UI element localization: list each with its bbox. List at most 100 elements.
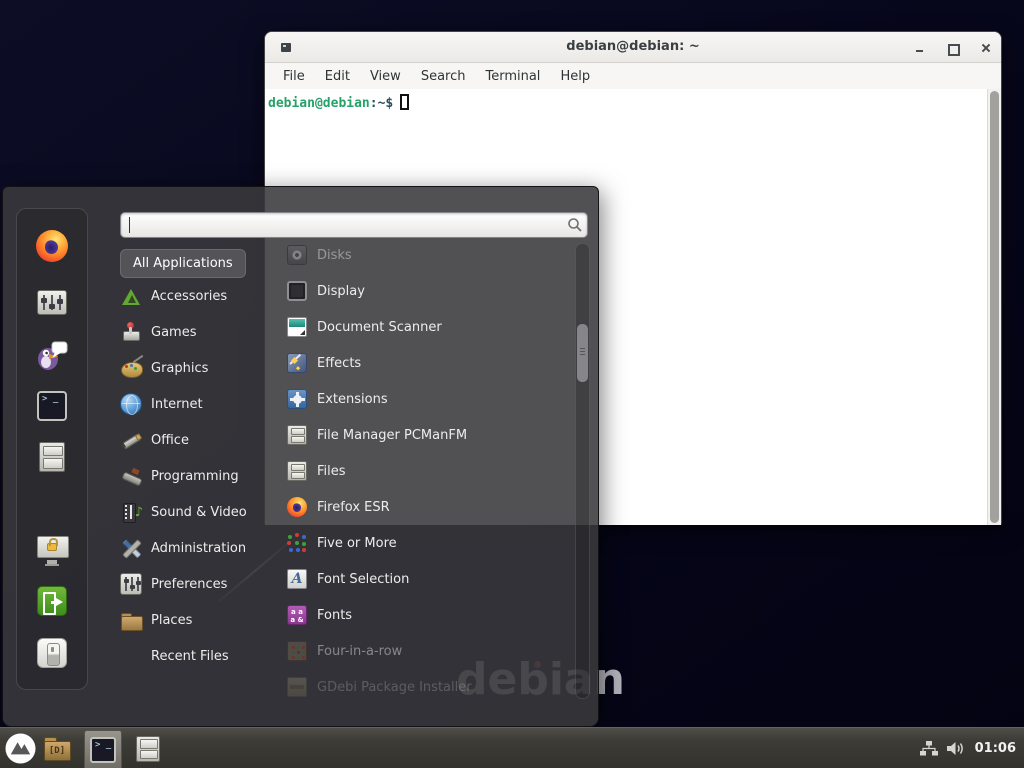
app-item-document-scanner[interactable]: Document Scanner [287, 310, 573, 344]
category-sound-video[interactable]: Sound & Video [120, 495, 282, 529]
app-item-display[interactable]: Display [287, 274, 573, 308]
terminal-titlebar[interactable]: debian@debian: ~ [265, 32, 1001, 63]
desktop: debian debian@debian: ~ File Edit View S… [0, 0, 1024, 768]
favorite-terminal[interactable] [33, 387, 71, 425]
app-item-extensions[interactable]: Extensions [287, 382, 573, 416]
category-recent-files[interactable]: Recent Files [120, 639, 282, 673]
preferences-sliders-icon [120, 573, 142, 595]
category-all-applications[interactable]: All Applications [120, 246, 282, 280]
app-item-firefox-esr[interactable]: Firefox ESR [287, 490, 573, 524]
menu-button[interactable] [5, 733, 36, 764]
category-office[interactable]: Office [120, 423, 282, 457]
app-list-scrollbar-thumb[interactable] [577, 324, 588, 382]
internet-globe-icon [120, 393, 142, 415]
shut-down-icon [37, 638, 67, 668]
app-label: Fonts [317, 608, 352, 623]
search-caret [129, 217, 130, 233]
category-internet[interactable]: Internet [120, 387, 282, 421]
category-label: Accessories [151, 289, 227, 304]
document-scanner-icon [287, 317, 307, 337]
category-programming[interactable]: Programming [120, 459, 282, 493]
firefox-icon [36, 230, 68, 262]
app-item-disks[interactable]: Disks [287, 238, 573, 272]
category-administration[interactable]: Administration [120, 531, 282, 565]
favorite-file-manager[interactable] [33, 438, 71, 476]
category-preferences[interactable]: Preferences [120, 567, 282, 601]
category-label: Office [151, 433, 189, 448]
favorite-firefox[interactable] [33, 227, 71, 265]
games-icon [120, 321, 142, 343]
favorite-sound-mixer[interactable] [33, 282, 71, 320]
search-input[interactable] [120, 212, 588, 238]
sound-mixer-icon [37, 290, 67, 315]
search-icon [567, 217, 583, 233]
category-label: Administration [151, 541, 246, 556]
menu-logo-icon [5, 733, 36, 764]
graphics-icon [120, 358, 142, 380]
menu-terminal[interactable]: Terminal [475, 65, 550, 88]
folder-icon [44, 741, 71, 761]
menu-search[interactable]: Search [411, 65, 476, 88]
start-menu: All Applications Accessories Games Graph… [2, 186, 599, 727]
app-item-gdebi-package-installer[interactable]: GDebi Package Installer [287, 670, 573, 704]
extensions-gear-icon [287, 389, 307, 409]
files-launcher[interactable] [134, 735, 162, 763]
terminal-cursor [400, 94, 409, 110]
app-label: Display [317, 284, 365, 299]
all-applications-button: All Applications [120, 249, 246, 278]
app-label: File Manager PCManFM [317, 428, 467, 443]
terminal-task-button[interactable] [84, 730, 122, 768]
firefox-icon [287, 497, 307, 517]
display-icon [287, 281, 307, 301]
volume-icon[interactable] [947, 741, 966, 756]
terminal-scrollbar[interactable] [987, 89, 1001, 525]
terminal-scrollbar-thumb[interactable] [990, 91, 999, 523]
app-label: Effects [317, 356, 361, 371]
app-item-four-in-a-row[interactable]: Four-in-a-row [287, 634, 573, 668]
category-label: Games [151, 325, 196, 340]
app-item-fonts[interactable]: Fonts [287, 598, 573, 632]
fonts-icon [287, 605, 307, 625]
category-label: Preferences [151, 577, 227, 592]
close-button[interactable] [980, 42, 993, 55]
lock-screen-button[interactable] [33, 531, 71, 569]
maximize-button[interactable] [946, 42, 959, 55]
menu-file[interactable]: File [273, 65, 315, 88]
app-item-font-selection[interactable]: Font Selection [287, 562, 573, 596]
category-label: Sound & Video [151, 505, 247, 520]
terminal-window-title: debian@debian: ~ [265, 39, 1001, 54]
app-item-effects[interactable]: Effects [287, 346, 573, 380]
network-icon[interactable] [920, 741, 938, 756]
menu-help[interactable]: Help [550, 65, 600, 88]
administration-tools-icon [120, 537, 142, 559]
app-item-file-manager-pcmanfm[interactable]: File Manager PCManFM [287, 418, 573, 452]
favorite-pidgin[interactable] [33, 336, 71, 374]
file-cabinet-icon [136, 736, 160, 762]
category-graphics[interactable]: Graphics [120, 351, 282, 385]
category-games[interactable]: Games [120, 315, 282, 349]
category-places[interactable]: Places [120, 603, 282, 637]
terminal-icon [90, 737, 116, 763]
app-label: Extensions [317, 392, 388, 407]
disks-icon [287, 245, 307, 265]
menu-edit[interactable]: Edit [315, 65, 360, 88]
places-folder-icon [120, 611, 142, 633]
menu-view[interactable]: View [360, 65, 411, 88]
app-label: Five or More [317, 536, 397, 551]
gdebi-icon [287, 677, 307, 697]
file-cabinet-icon [39, 442, 65, 472]
category-accessories[interactable]: Accessories [120, 279, 282, 313]
app-item-five-or-more[interactable]: Five or More [287, 526, 573, 560]
clock[interactable]: 01:06 [975, 741, 1016, 756]
lock-screen-icon [36, 535, 68, 565]
minimize-button[interactable] [913, 42, 926, 55]
app-item-files[interactable]: Files [287, 454, 573, 488]
desktop-folder-launcher[interactable] [43, 735, 71, 763]
log-out-button[interactable] [33, 582, 71, 620]
app-list-scrollbar[interactable] [575, 243, 590, 699]
file-cabinet-icon [287, 461, 307, 481]
programming-icon [120, 465, 142, 487]
icon-spacer [120, 645, 142, 667]
prompt-user-host: debian@debian [268, 96, 370, 111]
shut-down-button[interactable] [33, 634, 71, 672]
